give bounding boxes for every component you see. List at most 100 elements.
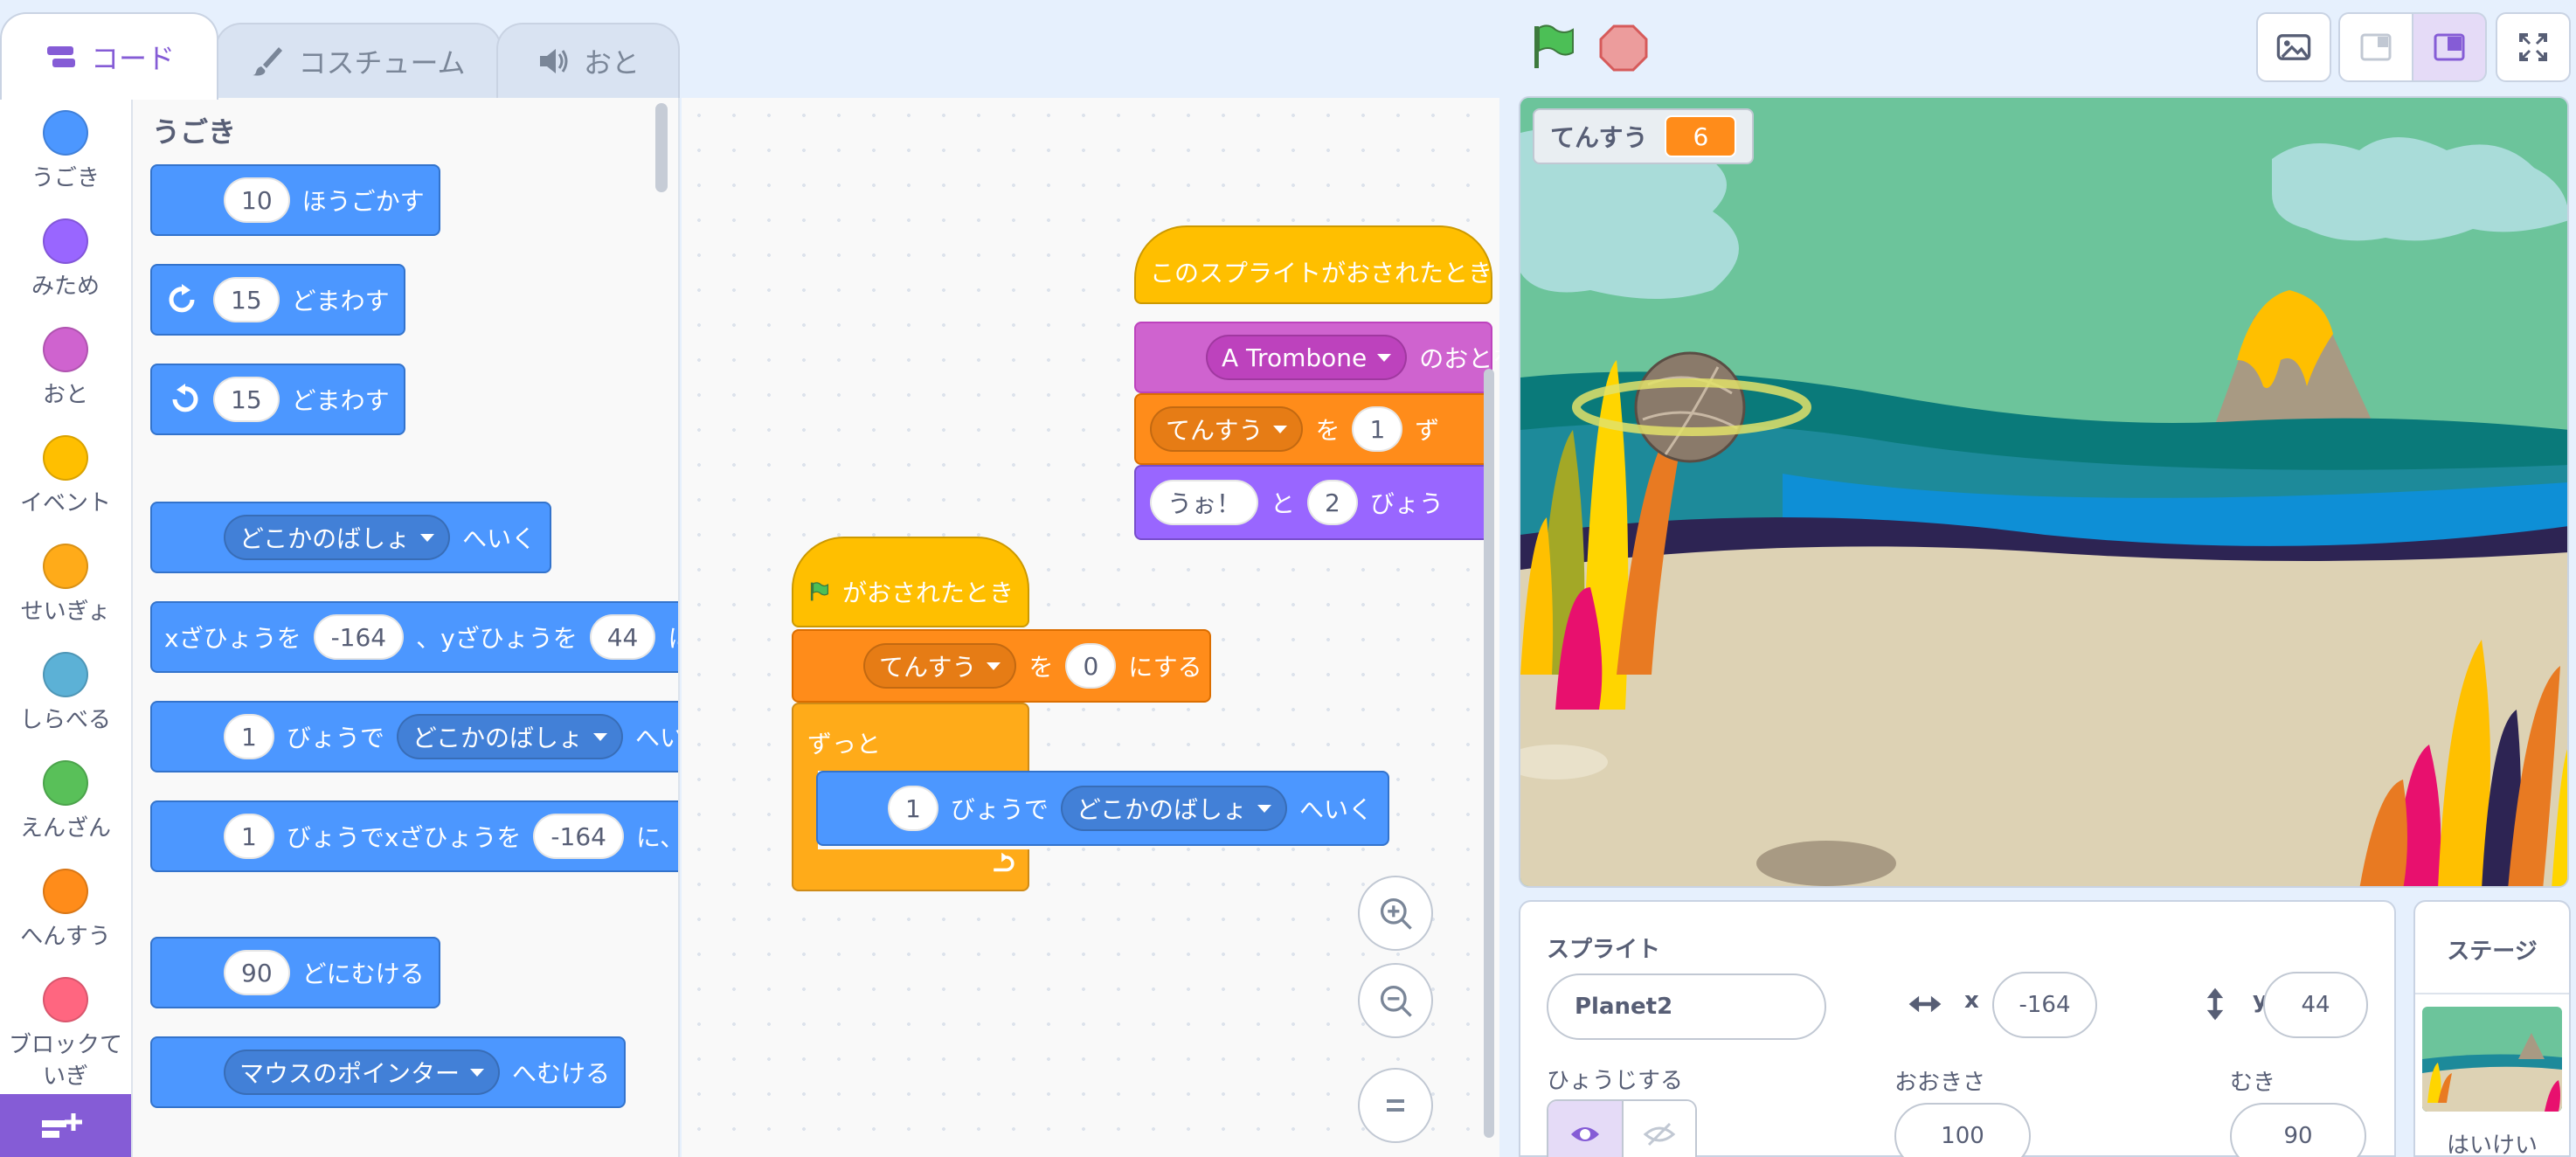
glidexy-secs-input[interactable]: 1 xyxy=(224,814,274,859)
direction-input[interactable]: 90 xyxy=(2230,1103,2366,1157)
change-variable-text: を xyxy=(1315,416,1340,445)
glide-target-dropdown[interactable]: どこかのばしょ xyxy=(396,714,624,759)
extension-icon xyxy=(42,1113,82,1138)
change-variable-dropdown[interactable]: てんすう xyxy=(1150,406,1304,452)
category-myblocks[interactable]: ブロックて いぎ xyxy=(0,977,131,1092)
category-variables[interactable]: へんすう xyxy=(0,869,131,953)
block-point-towards[interactable]: マウスのポインター へむける xyxy=(150,1036,627,1108)
turn-left-input[interactable]: 15 xyxy=(213,377,280,422)
sprite-info-pane: スプライト Planet2 x -164 y 44 ひょうじする おおきさ 10… xyxy=(1519,900,2396,1157)
category-control[interactable]: せいぎょ xyxy=(0,544,131,627)
equals-icon xyxy=(1387,1099,1404,1112)
hide-sprite-button[interactable] xyxy=(1621,1101,1695,1157)
glide-secs-input[interactable]: 1 xyxy=(224,714,274,759)
say-message-input[interactable]: うぉ！ xyxy=(1150,480,1259,525)
category-looks[interactable]: みため xyxy=(0,218,131,302)
x-label: x xyxy=(1964,987,1979,1014)
change-variable-block[interactable]: てんすう を 1 ず xyxy=(1134,393,1492,465)
zoom-reset-button[interactable] xyxy=(1358,1068,1433,1143)
glidexy-text: びょうでxざひょうを xyxy=(286,823,522,852)
category-sensing[interactable]: しらべる xyxy=(0,652,131,736)
point-direction-input[interactable]: 90 xyxy=(224,950,290,995)
show-label: ひょうじする xyxy=(1547,1068,1684,1094)
block-point-direction[interactable]: 90 どにむける xyxy=(150,937,440,1008)
x-input[interactable]: -164 xyxy=(1992,972,2097,1038)
point-towards-text: へむける xyxy=(512,1059,611,1088)
small-stage-icon xyxy=(2360,33,2392,61)
say-text: と xyxy=(1271,489,1296,518)
variable-monitor[interactable]: てんすう 6 xyxy=(1533,108,1755,164)
category-sound[interactable]: おと xyxy=(0,327,131,411)
when-sprite-clicked-text: このスプライトがおされたとき xyxy=(1150,259,1493,288)
when-sprite-clicked-block[interactable]: このスプライトがおされたとき xyxy=(1134,225,1492,304)
sound-dropdown[interactable]: A Trombone xyxy=(1206,335,1408,380)
glide-to-dropdown[interactable]: どこかのばしょ xyxy=(1060,786,1288,831)
glide-text-end: へい xyxy=(635,724,680,752)
point-towards-dropdown[interactable]: マウスのポインター xyxy=(224,1050,501,1095)
turn-left-text: どまわす xyxy=(291,386,390,415)
category-motion[interactable]: うごき xyxy=(0,110,131,194)
gotoxy-text-y: 、yざひょうを xyxy=(416,624,578,653)
gotoxy-y-input[interactable]: 44 xyxy=(589,614,656,660)
block-goto[interactable]: どこかのばしょ へいく xyxy=(150,502,552,573)
block-glide-to[interactable]: 1 びょうで どこかのばしょ へい xyxy=(150,701,680,772)
say-for-secs-block[interactable]: うぉ！ と 2 びょう xyxy=(1134,465,1492,540)
monitor-value: 6 xyxy=(1665,115,1737,157)
y-arrows-icon xyxy=(2206,987,2224,1021)
gotoxy-x-input[interactable]: -164 xyxy=(313,614,405,660)
block-turn-left[interactable]: 15 どまわす xyxy=(150,364,405,435)
sprite-name-input[interactable]: Planet2 xyxy=(1547,973,1826,1040)
category-events[interactable]: イベント xyxy=(0,435,131,519)
glide-to-text-end: へいく xyxy=(1299,795,1374,824)
play-sound-block[interactable]: A Trombone のおとを xyxy=(1134,322,1499,393)
large-stage-button[interactable] xyxy=(2412,12,2487,82)
block-move-steps[interactable]: 10 ほうごかす xyxy=(150,164,440,236)
zoom-in-button[interactable] xyxy=(1358,876,1433,951)
forever-text: ずっと xyxy=(807,730,882,759)
set-variable-block[interactable]: てんすう を 0 にする xyxy=(792,629,1211,703)
tab-code[interactable]: コード xyxy=(0,12,218,100)
glide-to-secs-input[interactable]: 1 xyxy=(888,786,938,831)
sound-dot xyxy=(43,327,88,372)
stage-backdrop-image xyxy=(1520,98,2567,886)
stage-selector[interactable]: ステージ はいけい xyxy=(2413,900,2571,1157)
glide-to-block[interactable]: 1 びょうで どこかのばしょ へいく xyxy=(816,771,1389,846)
tab-costumes-label: コスチューム xyxy=(298,46,466,80)
green-flag-button[interactable] xyxy=(1527,21,1580,73)
add-extension-button[interactable] xyxy=(0,1094,131,1157)
planet-sprite-image xyxy=(1572,351,1811,463)
goto-target-dropdown[interactable]: どこかのばしょ xyxy=(224,515,451,560)
palette-scrollbar[interactable] xyxy=(655,103,668,192)
block-turn-right[interactable]: 15 どまわす xyxy=(150,264,405,336)
fullscreen-button[interactable] xyxy=(2496,12,2571,82)
set-variable-dropdown[interactable]: てんすう xyxy=(863,643,1017,689)
screenshot-button[interactable] xyxy=(2256,12,2331,82)
move-steps-input[interactable]: 10 xyxy=(224,177,290,223)
tab-sounds[interactable]: おと xyxy=(496,23,680,98)
block-glide-xy[interactable]: 1 びょうでxざひょうを -164 に、y xyxy=(150,800,678,872)
size-input[interactable]: 100 xyxy=(1894,1103,2031,1157)
point-direction-text: どにむける xyxy=(301,960,425,988)
zoom-out-button[interactable] xyxy=(1358,963,1433,1038)
turn-right-input[interactable]: 15 xyxy=(213,277,280,322)
stage-canvas[interactable]: てんすう 6 xyxy=(1519,96,2569,888)
set-variable-text: を xyxy=(1028,653,1054,682)
when-flag-clicked-block[interactable]: がおされたとき xyxy=(792,537,1029,627)
change-variable-text-end: ず xyxy=(1415,416,1440,445)
y-input[interactable]: 44 xyxy=(2263,972,2368,1038)
block-goto-xy[interactable]: xざひょうを -164 、yざひょうを 44 にす xyxy=(150,601,678,673)
script-area[interactable]: このスプライトがおされたとき A Trombone のおとを てんすう を 1 … xyxy=(682,98,1499,1157)
tab-costumes[interactable]: コスチューム xyxy=(215,23,502,98)
glidexy-x-input[interactable]: -164 xyxy=(533,814,624,859)
turn-right-text: どまわす xyxy=(291,287,390,315)
show-sprite-button[interactable] xyxy=(1548,1101,1622,1157)
stop-button[interactable] xyxy=(1597,21,1650,73)
green-flag-icon xyxy=(810,582,829,601)
size-label: おおきさ xyxy=(1894,1070,1986,1096)
category-operators[interactable]: えんざん xyxy=(0,760,131,844)
small-stage-button[interactable] xyxy=(2338,12,2413,82)
change-variable-input[interactable]: 1 xyxy=(1352,406,1403,452)
set-variable-input[interactable]: 0 xyxy=(1065,643,1117,689)
say-secs-input[interactable]: 2 xyxy=(1307,480,1358,525)
code-scrollbar[interactable] xyxy=(1484,369,1494,1138)
